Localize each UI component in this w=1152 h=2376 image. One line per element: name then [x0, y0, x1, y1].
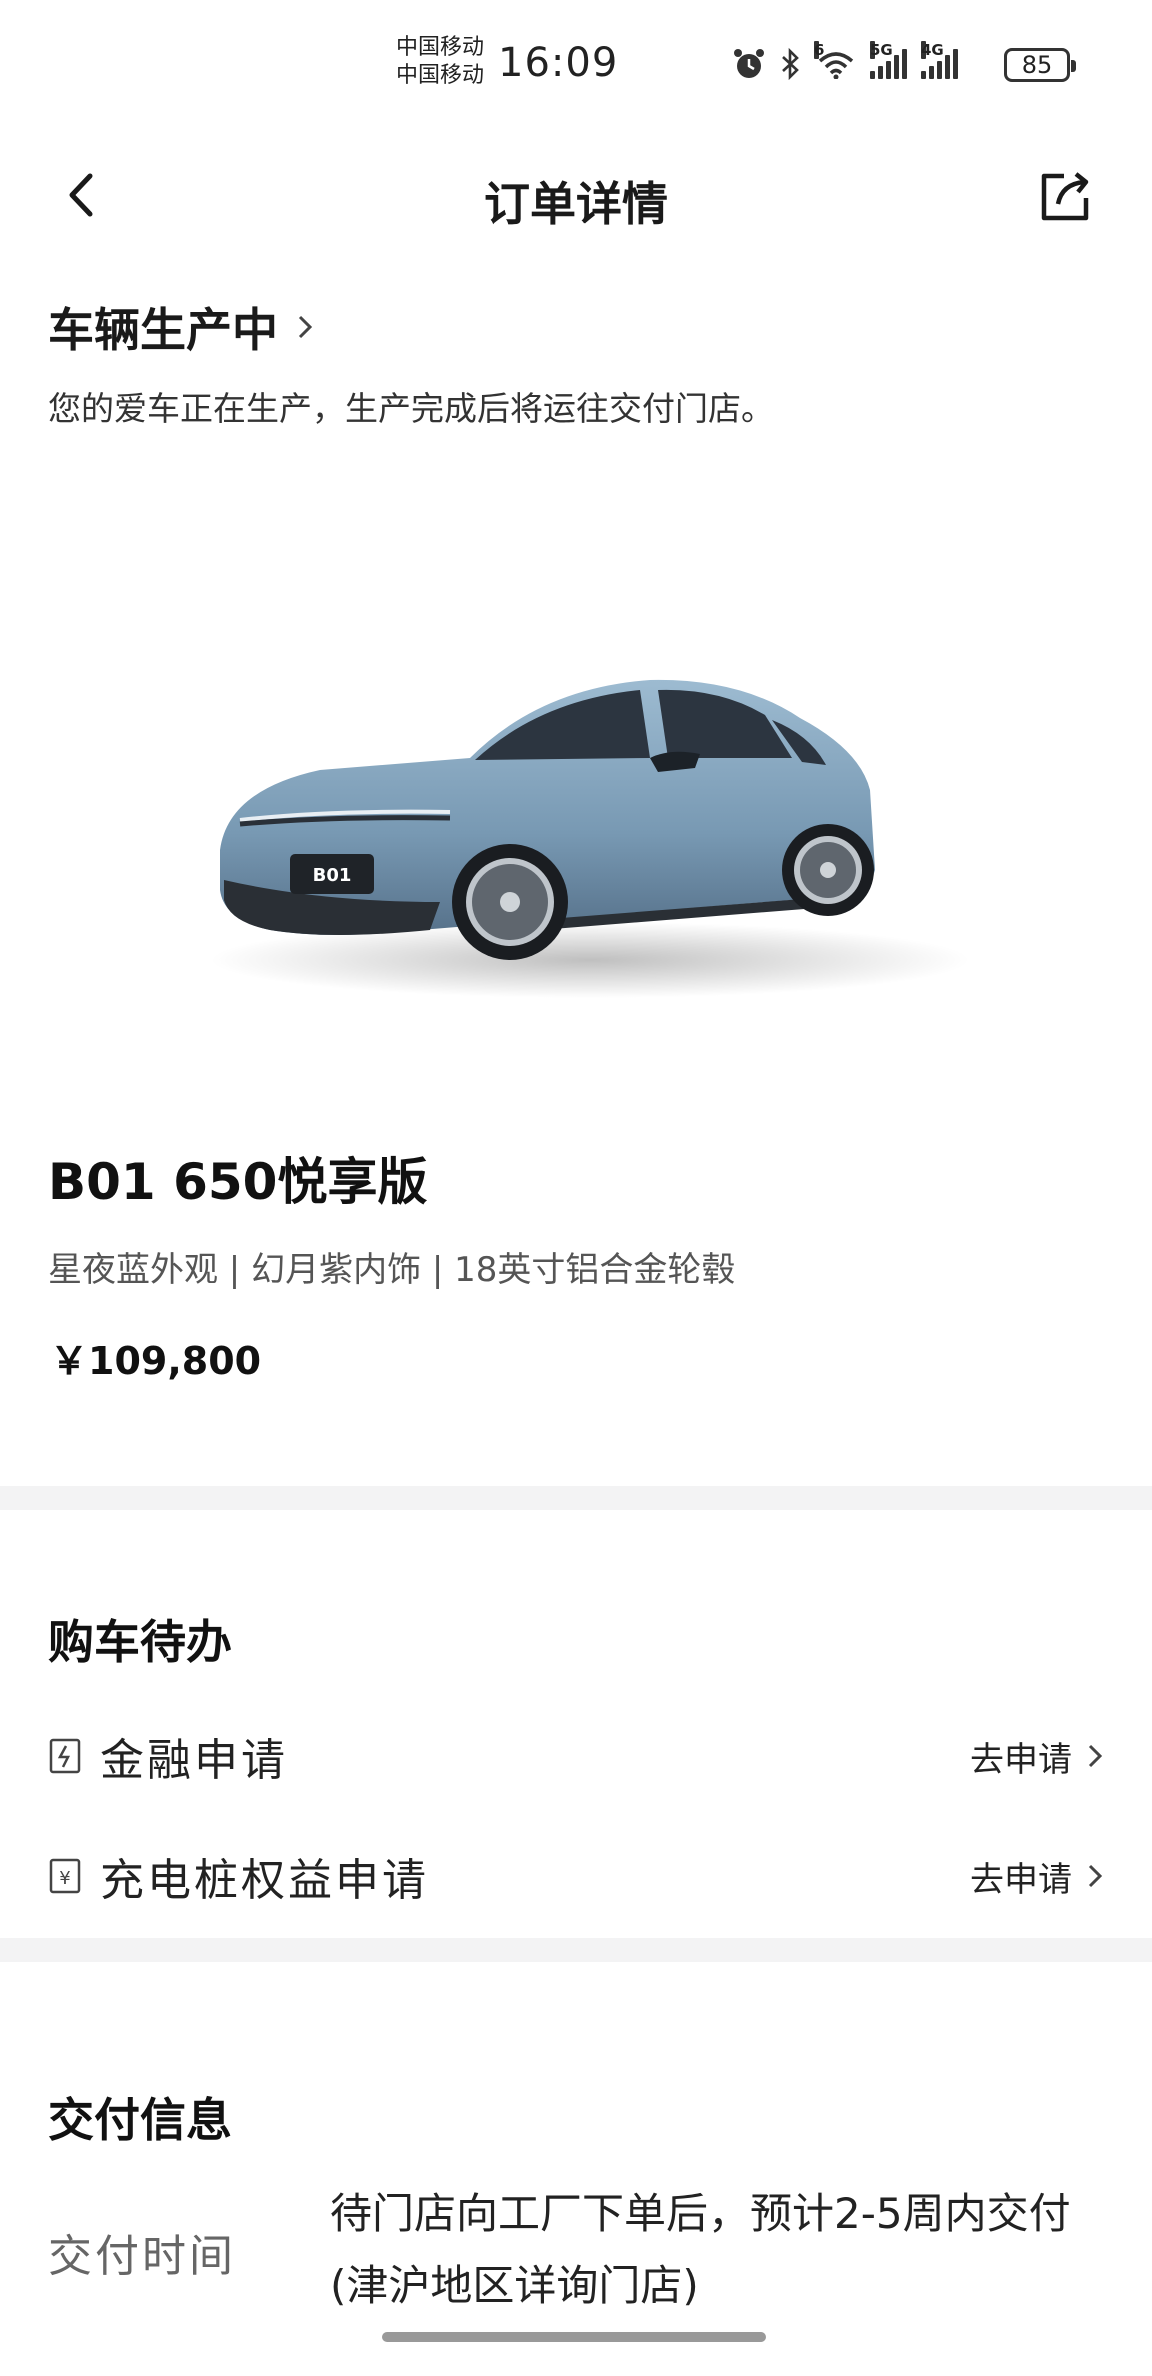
bluetooth-icon — [782, 47, 799, 81]
plate-text: B01 — [313, 865, 352, 886]
yuan-doc-icon: ¥ — [49, 1858, 81, 1894]
front-wheel — [452, 844, 568, 960]
delivery-time-value: 待门店向工厂下单后，预计2-5周内交付(津沪地区详询门店) — [330, 2189, 1071, 2310]
carrier-1: 中国移动 — [396, 35, 485, 60]
production-title: 车辆生产中 — [48, 303, 278, 357]
signal-5g-icon: 5G — [870, 41, 907, 79]
car-image: B01 — [210, 679, 970, 998]
signal-4g-icon: 4G — [921, 41, 958, 79]
svg-text:¥: ¥ — [59, 1868, 70, 1889]
model-price: ￥109,800 — [50, 1339, 262, 1383]
model-config: 星夜蓝外观 | 幻月紫内饰 | 18英寸铝合金轮毂 — [48, 1250, 736, 1290]
production-status: 车辆生产中 您的爱车正在生产，生产完成后将运往交付门店。 — [48, 294, 1098, 430]
todo-label-finance: 金融申请 — [100, 1735, 288, 1786]
battery-indicator: 85 — [1004, 48, 1076, 82]
carrier-names: 中国移动 中国移动 — [396, 34, 484, 90]
finance-doc-icon — [49, 1738, 81, 1774]
wifi-icon: 6 — [814, 41, 856, 79]
section-divider — [0, 1938, 1152, 1962]
share-icon[interactable] — [1036, 166, 1096, 226]
apply-button-finance[interactable]: 去申请 — [970, 1732, 1104, 1781]
chevron-right-icon — [1088, 1864, 1103, 1888]
model-name: B01 650悦享版 — [48, 1153, 428, 1211]
chevron-right-icon — [1088, 1744, 1103, 1768]
status-icons: 6 5G 4G — [732, 41, 958, 84]
todo-label-charger: 充电桩权益申请 — [100, 1855, 429, 1906]
page-title: 订单详情 — [484, 177, 668, 231]
production-description: 您的爱车正在生产，生产完成后将运往交付门店。 — [48, 389, 774, 428]
delivery-section-title: 交付信息 — [48, 2093, 232, 2147]
carrier-2: 中国移动 — [396, 63, 485, 88]
chevron-right-icon — [298, 315, 313, 339]
rear-wheel — [782, 824, 874, 916]
delivery-time-label: 交付时间 — [48, 2231, 236, 2282]
apply-button-charger[interactable]: 去申请 — [970, 1852, 1104, 1901]
clock: 16:09 — [498, 40, 619, 86]
status-bar: 中国移动 中国移动 16:09 6 5G 4G 85 — [0, 0, 1152, 130]
todo-item-charger[interactable]: ¥ 充电桩权益申请 去申请 — [48, 1836, 1104, 1916]
nav-bar: 订单详情 — [0, 150, 1152, 240]
section-divider — [0, 1486, 1152, 1510]
production-status-link[interactable]: 车辆生产中 — [48, 294, 1098, 360]
todo-item-finance[interactable]: 金融申请 去申请 — [48, 1716, 1104, 1796]
home-indicator[interactable] — [382, 2332, 766, 2342]
alarm-icon — [734, 49, 764, 78]
todo-section-title: 购车待办 — [48, 1615, 232, 1669]
